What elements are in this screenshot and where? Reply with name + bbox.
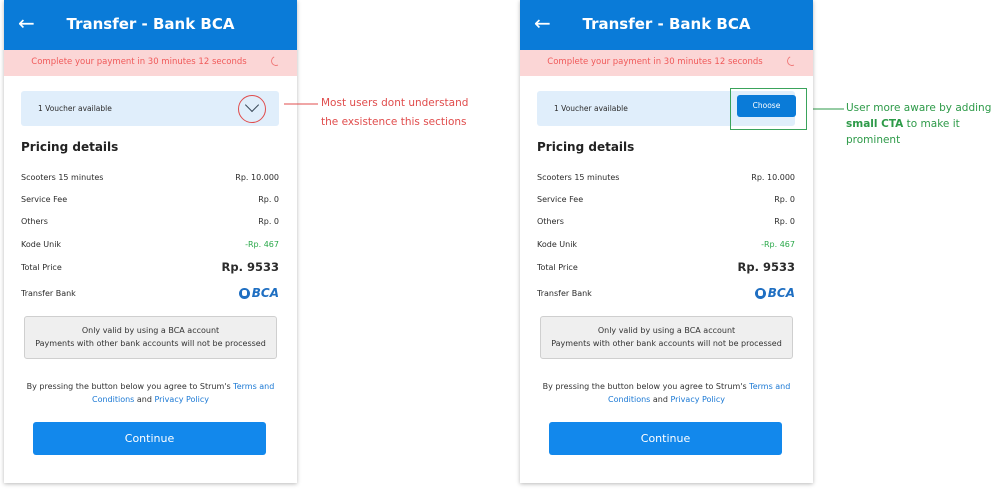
price-row-label: Others — [537, 217, 564, 226]
notice-line: Only valid by using a BCA account — [597, 326, 736, 335]
price-row-value: Rp. 10.000 — [751, 173, 795, 182]
price-row-value: Rp. 0 — [774, 195, 795, 204]
pricing-details-title: Pricing details — [537, 140, 635, 154]
price-row-label: Scooters 15 minutes — [537, 173, 620, 182]
transfer-bank-label: Transfer Bank — [537, 289, 592, 298]
timer-text: Complete your payment in 30 minutes 12 s… — [547, 57, 763, 67]
bca-logo-text: BCA — [767, 286, 795, 300]
annotation-line: the exsistence this sections — [321, 116, 467, 128]
price-row-label: Kode Unik — [537, 240, 578, 249]
notice-line: Payments with other bank accounts will n… — [551, 339, 782, 348]
voucher-label: 1 Voucher available — [554, 104, 628, 113]
agreement-and: and — [652, 395, 668, 404]
voucher-section: 1 Voucher available Choose — [537, 88, 807, 130]
total-price-value: Rp. 9533 — [737, 260, 795, 274]
page-title: Transfer - Bank BCA — [582, 15, 751, 33]
bca-logo: BCA — [754, 286, 795, 300]
privacy-policy-link[interactable]: Privacy Policy — [670, 395, 725, 404]
annotation-connectors — [284, 103, 844, 110]
annotation-line: Most users dont understand — [321, 97, 469, 109]
agreement-text: By pressing the button below you agree t… — [534, 380, 799, 406]
annotation-bold-text: small CTA — [846, 118, 904, 130]
annotation-text: User more aware by adding — [846, 102, 992, 114]
continue-button[interactable]: Continue — [549, 422, 782, 455]
bca-logo-icon — [754, 287, 766, 299]
choose-voucher-button[interactable]: Choose — [737, 95, 796, 117]
payment-screen-after: ← Transfer - Bank BCA Complete your paym… — [520, 0, 813, 483]
annotation-highlight-box: Choose — [730, 88, 807, 130]
agreement-prefix: By pressing the button below you agree t… — [542, 382, 747, 391]
app-header: ← Transfer - Bank BCA — [520, 0, 813, 50]
annotation-right: User more aware by adding small CTA to m… — [846, 100, 1006, 148]
price-row-value: Rp. 0 — [774, 217, 795, 226]
bank-notice: Only valid by using a BCA account Paymen… — [540, 316, 793, 359]
total-price-label: Total Price — [537, 263, 578, 272]
annotation-left: Most users dont understand the exsistenc… — [321, 94, 521, 132]
price-row-value: -Rp. 467 — [761, 240, 795, 249]
payment-timer-banner: Complete your payment in 30 minutes 12 s… — [520, 50, 813, 76]
price-row-label: Service Fee — [537, 195, 584, 204]
